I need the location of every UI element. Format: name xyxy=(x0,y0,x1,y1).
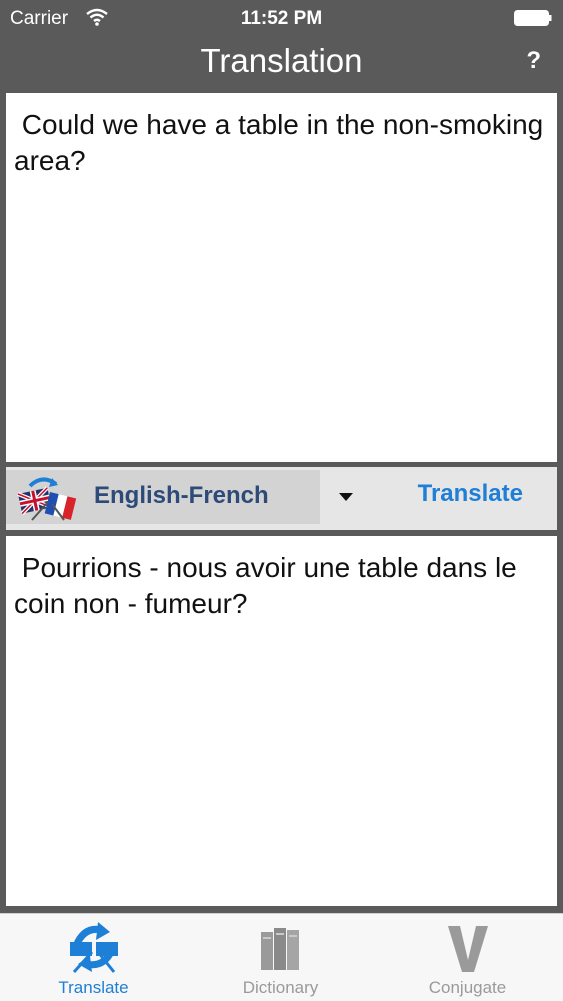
tab-label: Translate xyxy=(58,978,129,997)
language-selector[interactable]: English-French xyxy=(6,470,320,524)
navigation-bar: Translation ? xyxy=(0,38,563,90)
translate-button[interactable]: Translate xyxy=(418,480,523,508)
dictionary-icon xyxy=(261,928,299,970)
translation-result-area: Pourrions - nous avoir une table dans le… xyxy=(6,536,557,906)
chevron-down-icon[interactable] xyxy=(336,486,356,506)
tab-translate[interactable]: Translate xyxy=(0,914,187,1001)
status-bar: Carrier 11:52 PM xyxy=(0,0,563,38)
translation-control-bar: English-French Translate xyxy=(6,467,557,530)
uk-france-flags-icon xyxy=(17,477,77,521)
battery-icon xyxy=(514,10,552,26)
translate-icon xyxy=(70,922,118,974)
tab-label: Dictionary xyxy=(242,978,319,997)
help-button[interactable]: ? xyxy=(526,47,541,75)
page-title: Translation xyxy=(200,42,363,79)
tab-conjugate[interactable]: Conjugate xyxy=(374,914,561,1001)
tab-bar: Translate Dictionary Conjugate xyxy=(0,913,563,1001)
source-text-area[interactable]: Could we have a table in the non-smoking… xyxy=(6,93,557,462)
conjugate-icon xyxy=(448,926,488,972)
tab-dictionary[interactable]: Dictionary xyxy=(187,914,374,1001)
language-pair-label: English-French xyxy=(94,482,269,509)
clock: 11:52 PM xyxy=(240,8,323,29)
tab-label: Conjugate xyxy=(428,978,507,997)
